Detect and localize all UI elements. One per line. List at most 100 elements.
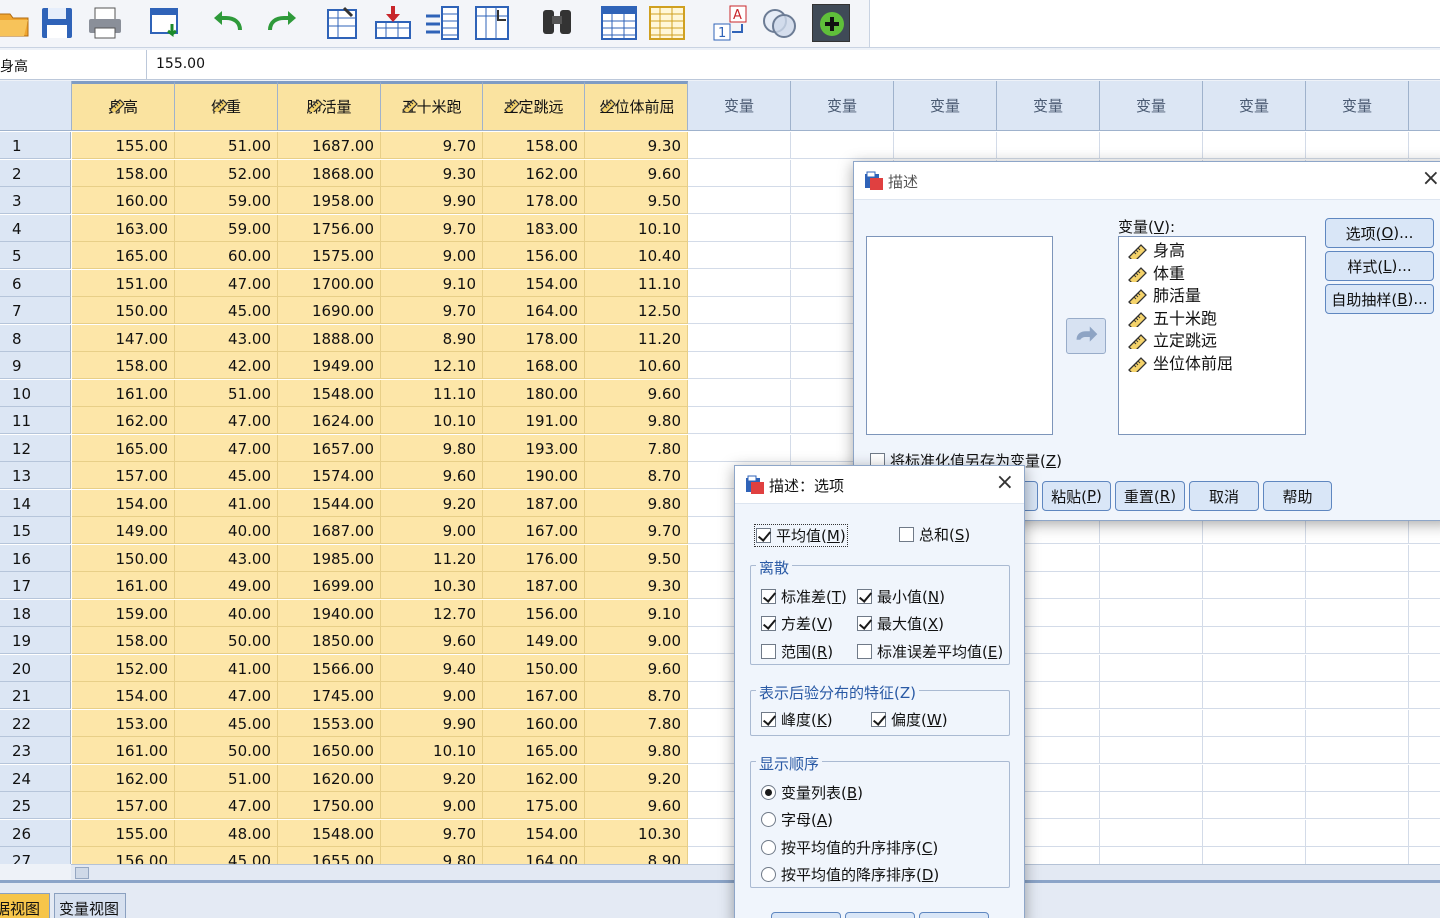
- data-cell[interactable]: 41.00: [175, 654, 278, 682]
- data-cell[interactable]: 168.00: [483, 352, 585, 379]
- empty-cell[interactable]: [1203, 709, 1306, 737]
- data-cell[interactable]: 1657.00: [278, 434, 381, 462]
- empty-cell[interactable]: [1409, 654, 1440, 682]
- data-cell[interactable]: 165.00: [483, 737, 585, 764]
- column-header[interactable]: 身高: [72, 81, 175, 131]
- empty-cell[interactable]: [1306, 627, 1409, 654]
- data-cell[interactable]: 165.00: [72, 434, 175, 462]
- empty-cell[interactable]: [1100, 132, 1203, 159]
- empty-cell[interactable]: [1306, 654, 1409, 682]
- variable-list-item[interactable]: 肺活量: [1119, 285, 1305, 308]
- row-header[interactable]: 6: [0, 269, 71, 297]
- max-checkbox[interactable]: 最大值(X): [857, 613, 944, 634]
- style-button[interactable]: 样式(L)...: [1325, 251, 1434, 281]
- help-button[interactable]: 帮助: [1263, 481, 1332, 511]
- data-cell[interactable]: 147.00: [72, 324, 175, 352]
- empty-cell[interactable]: [1409, 132, 1440, 159]
- variables-icon[interactable]: [424, 4, 462, 42]
- move-variable-button[interactable]: [1066, 318, 1106, 354]
- empty-cell[interactable]: [1100, 709, 1203, 737]
- range-checkbox[interactable]: 范围(R): [761, 641, 833, 662]
- range-box[interactable]: [761, 644, 776, 659]
- data-cell[interactable]: 40.00: [175, 517, 278, 544]
- empty-cell[interactable]: [1409, 682, 1440, 709]
- empty-variable-header[interactable]: 变量: [894, 81, 997, 131]
- data-cell[interactable]: 47.00: [175, 434, 278, 462]
- empty-cell[interactable]: [1100, 792, 1203, 819]
- weight-cases-icon[interactable]: [648, 4, 686, 42]
- empty-cell[interactable]: [1306, 544, 1409, 572]
- data-cell[interactable]: 9.30: [585, 132, 688, 159]
- data-cell[interactable]: 187.00: [483, 489, 585, 517]
- data-cell[interactable]: 161.00: [72, 572, 175, 599]
- empty-cell[interactable]: [1100, 682, 1203, 709]
- column-header[interactable]: 五十米跑: [381, 81, 483, 131]
- data-cell[interactable]: 42.00: [175, 352, 278, 379]
- data-cell[interactable]: 9.70: [381, 297, 483, 324]
- empty-cell[interactable]: [1203, 819, 1306, 847]
- data-cell[interactable]: 151.00: [72, 269, 175, 297]
- data-cell[interactable]: 154.00: [72, 489, 175, 517]
- data-cell[interactable]: 12.50: [585, 297, 688, 324]
- data-cell[interactable]: 9.80: [585, 489, 688, 517]
- active-cell-value-input[interactable]: 155.00: [152, 50, 209, 80]
- print-icon[interactable]: [86, 4, 124, 42]
- data-cell[interactable]: 156.00: [483, 242, 585, 269]
- empty-variable-header[interactable]: 变量: [997, 81, 1100, 131]
- data-cell[interactable]: 9.60: [585, 159, 688, 187]
- empty-cell[interactable]: [1203, 682, 1306, 709]
- data-cell[interactable]: 10.10: [585, 214, 688, 242]
- row-header[interactable]: 8: [0, 324, 71, 352]
- data-cell[interactable]: 9.90: [381, 709, 483, 737]
- data-cell[interactable]: 45.00: [175, 297, 278, 324]
- data-cell[interactable]: 1690.00: [278, 297, 381, 324]
- data-cell[interactable]: 150.00: [72, 544, 175, 572]
- max-box[interactable]: [857, 616, 872, 631]
- row-header[interactable]: 13: [0, 462, 71, 489]
- empty-cell[interactable]: [688, 187, 791, 214]
- empty-cell[interactable]: [1100, 599, 1203, 627]
- row-header[interactable]: 25: [0, 792, 71, 819]
- empty-cell[interactable]: [1100, 847, 1203, 864]
- empty-cell[interactable]: [1203, 654, 1306, 682]
- data-cell[interactable]: 11.10: [585, 269, 688, 297]
- data-cell[interactable]: 10.10: [381, 737, 483, 764]
- min-box[interactable]: [857, 589, 872, 604]
- data-cell[interactable]: 9.60: [585, 654, 688, 682]
- data-cell[interactable]: 156.00: [72, 847, 175, 864]
- data-cell[interactable]: 191.00: [483, 407, 585, 434]
- data-cell[interactable]: 8.90: [381, 324, 483, 352]
- variance-box[interactable]: [761, 616, 776, 631]
- data-cell[interactable]: 9.80: [585, 737, 688, 764]
- data-cell[interactable]: 9.00: [585, 627, 688, 654]
- data-cell[interactable]: 154.00: [483, 819, 585, 847]
- order-asc-radio[interactable]: 按平均值的升序排序(C): [761, 837, 938, 858]
- empty-cell[interactable]: [1409, 544, 1440, 572]
- variable-list-item[interactable]: 身高: [1119, 240, 1305, 263]
- data-cell[interactable]: 1700.00: [278, 269, 381, 297]
- data-cell[interactable]: 150.00: [483, 654, 585, 682]
- empty-cell[interactable]: [894, 132, 997, 159]
- empty-cell[interactable]: [1203, 764, 1306, 792]
- data-cell[interactable]: 158.00: [483, 132, 585, 159]
- empty-cell[interactable]: [688, 434, 791, 462]
- data-cell[interactable]: 43.00: [175, 324, 278, 352]
- row-header[interactable]: 7: [0, 297, 71, 324]
- close-icon[interactable]: ×: [1422, 168, 1440, 190]
- empty-variable-header[interactable]: 变量: [1306, 81, 1409, 131]
- row-header[interactable]: 22: [0, 709, 71, 737]
- data-cell[interactable]: 1958.00: [278, 187, 381, 214]
- data-cell[interactable]: 162.00: [483, 159, 585, 187]
- mean-box[interactable]: [756, 528, 771, 543]
- data-cell[interactable]: 50.00: [175, 627, 278, 654]
- empty-cell[interactable]: [688, 297, 791, 324]
- variable-list-item[interactable]: 立定跳远: [1119, 330, 1305, 353]
- empty-cell[interactable]: [688, 132, 791, 159]
- kurtosis-box[interactable]: [761, 712, 776, 727]
- data-cell[interactable]: 167.00: [483, 517, 585, 544]
- data-cell[interactable]: 164.00: [483, 297, 585, 324]
- data-cell[interactable]: 175.00: [483, 792, 585, 819]
- empty-cell[interactable]: [1203, 627, 1306, 654]
- data-cell[interactable]: 59.00: [175, 187, 278, 214]
- data-cell[interactable]: 176.00: [483, 544, 585, 572]
